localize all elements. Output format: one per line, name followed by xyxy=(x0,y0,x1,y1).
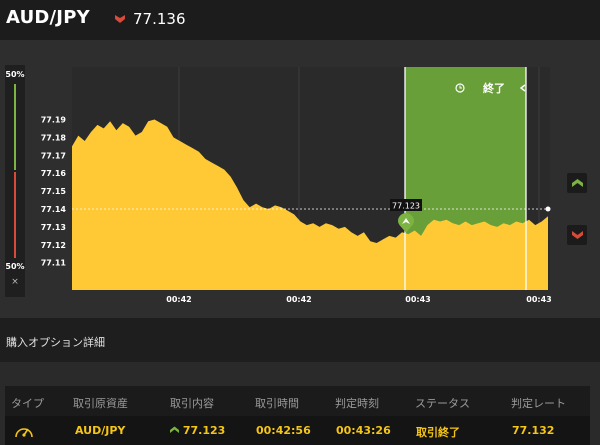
row-asset: AUD/JPY xyxy=(75,424,126,437)
entry-rate-text: 77.123 xyxy=(392,202,420,211)
high-button[interactable] xyxy=(567,173,587,193)
entry-rate-tag: 77.123 xyxy=(390,199,422,211)
row-content-rate: 77.123 xyxy=(182,424,226,437)
row-trade-time: 00:42:56 xyxy=(256,424,311,437)
y-tick-label: 77.14 xyxy=(41,205,67,214)
up-arrow-icon xyxy=(571,179,583,187)
col-type: タイプ xyxy=(11,397,44,410)
x-tick-label: 00:42 xyxy=(286,295,311,304)
details-section-header: 購入オプション詳細 xyxy=(0,318,600,362)
low-button[interactable] xyxy=(567,225,587,245)
y-tick-label: 77.17 xyxy=(41,151,66,160)
x-tick-label: 00:43 xyxy=(526,295,551,304)
y-tick-label: 77.18 xyxy=(41,133,67,142)
y-tick-label: 77.19 xyxy=(41,116,67,125)
x-axis-labels: 00:42 00:42 00:43 00:43 xyxy=(166,295,551,304)
col-trade-time: 取引時間 xyxy=(255,397,299,410)
col-judge-rate: 判定レート xyxy=(511,397,566,410)
current-rate-dot xyxy=(545,206,551,212)
x-tick-label: 00:43 xyxy=(405,295,430,304)
table-row[interactable]: AUD/JPY 77.123 00:42:56 00:43:26 取引終了 77… xyxy=(5,416,590,445)
y-tick-label: 77.12 xyxy=(41,241,66,250)
gauge-icon xyxy=(15,428,33,438)
details-title: 購入オプション詳細 xyxy=(6,336,105,349)
details-table-header: タイプ 取引原資産 取引内容 取引時間 判定時刻 ステータス 判定レート xyxy=(5,386,590,416)
row-judge-time: 00:43:26 xyxy=(336,424,391,437)
row-content: 77.123 xyxy=(170,424,225,437)
y-tick-label: 77.11 xyxy=(41,259,67,268)
y-axis-labels: 77.19 77.18 77.17 77.16 77.15 77.14 77.13 77.12… xyxy=(41,116,67,268)
y-tick-label: 77.16 xyxy=(41,169,67,178)
price-chart: 77.19 77.18 77.17 77.16 77.15 77.14 77.13 77.12… xyxy=(41,67,552,304)
up-arrow-icon xyxy=(170,426,179,433)
down-arrow-icon xyxy=(571,231,583,239)
col-asset: 取引原資産 xyxy=(73,397,128,410)
row-judge-rate: 77.132 xyxy=(512,424,555,437)
row-status: 取引終了 xyxy=(416,426,460,439)
x-tick-label: 00:42 xyxy=(166,295,191,304)
col-judge-time: 判定時刻 xyxy=(335,397,379,410)
y-tick-label: 77.15 xyxy=(41,187,67,196)
col-content: 取引内容 xyxy=(170,397,214,410)
expiry-label-text: 終了 xyxy=(483,81,505,95)
y-tick-label: 77.13 xyxy=(41,223,66,232)
col-status: ステータス xyxy=(415,397,470,410)
